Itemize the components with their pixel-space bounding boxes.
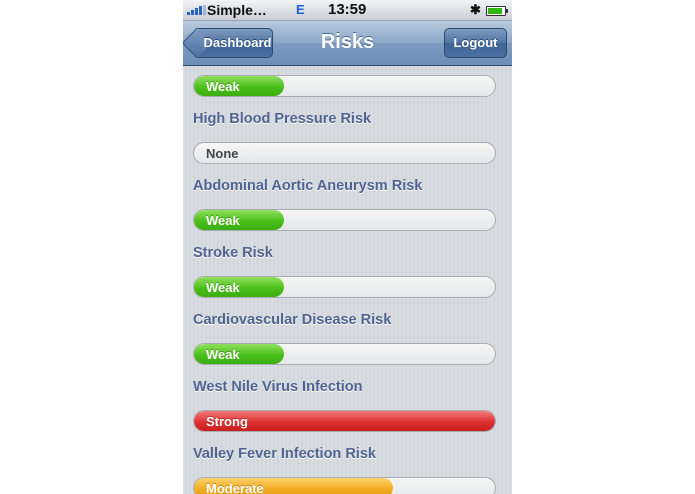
logout-button[interactable]: Logout [444, 28, 507, 58]
risk-name-label: High Blood Pressure Risk [193, 111, 372, 127]
risk-name-label: Valley Fever Infection Risk [193, 446, 376, 462]
network-type: E [296, 2, 305, 17]
risk-name-label: Abdominal Aortic Aneurysm Risk [193, 178, 423, 194]
risk-level-bar: Weak [193, 276, 496, 298]
risk-level-bar: Moderate [193, 477, 496, 494]
risk-level-text: Weak [206, 79, 240, 94]
phone-screen: Simple… E 13:59 ✱ Dashboard Risks Logout… [183, 0, 512, 494]
list-item[interactable]: High Blood Pressure Risk None [193, 111, 496, 166]
back-button-label: Dashboard [203, 35, 272, 50]
risk-name-label: West Nile Virus Infection [193, 379, 363, 395]
risk-level-text: Weak [206, 280, 240, 295]
risk-level-text: Weak [206, 213, 240, 228]
risk-level-bar: Weak [193, 209, 496, 231]
risk-level-text: Weak [206, 347, 240, 362]
status-bar: Simple… E 13:59 ✱ [183, 0, 512, 21]
status-time: 13:59 [328, 1, 367, 18]
risk-level-text: None [206, 146, 239, 161]
list-item[interactable]: Valley Fever Infection Risk Moderate [193, 446, 496, 494]
risk-level-text: Strong [206, 414, 248, 429]
signal-strength-icon [187, 5, 206, 15]
list-item[interactable]: Stroke Risk Weak [193, 245, 496, 300]
risk-name-label: Cardiovascular Disease Risk [193, 312, 392, 328]
list-item[interactable]: Cardiovascular Disease Risk Weak [193, 312, 496, 367]
list-item[interactable]: West Nile Virus Infection Strong [193, 379, 496, 434]
carrier-name: Simple… [207, 2, 267, 18]
dashboard-back-button[interactable]: Dashboard [197, 28, 273, 58]
bluetooth-icon: ✱ [470, 2, 481, 17]
risk-level-text: Moderate [206, 481, 264, 494]
risk-level-bar: Strong [193, 410, 496, 432]
risk-list[interactable]: Weak High Blood Pressure Risk None Abdomina… [183, 66, 512, 494]
navigation-bar: Dashboard Risks Logout [183, 21, 512, 66]
battery-icon [486, 6, 508, 16]
risk-level-bar: Weak [193, 75, 496, 97]
list-item[interactable]: Abdominal Aortic Aneurysm Risk Weak [193, 178, 496, 233]
list-item[interactable]: Weak [193, 66, 496, 99]
risk-level-bar: None [193, 142, 496, 164]
risk-name-label: Stroke Risk [193, 245, 273, 261]
risk-level-bar: Weak [193, 343, 496, 365]
